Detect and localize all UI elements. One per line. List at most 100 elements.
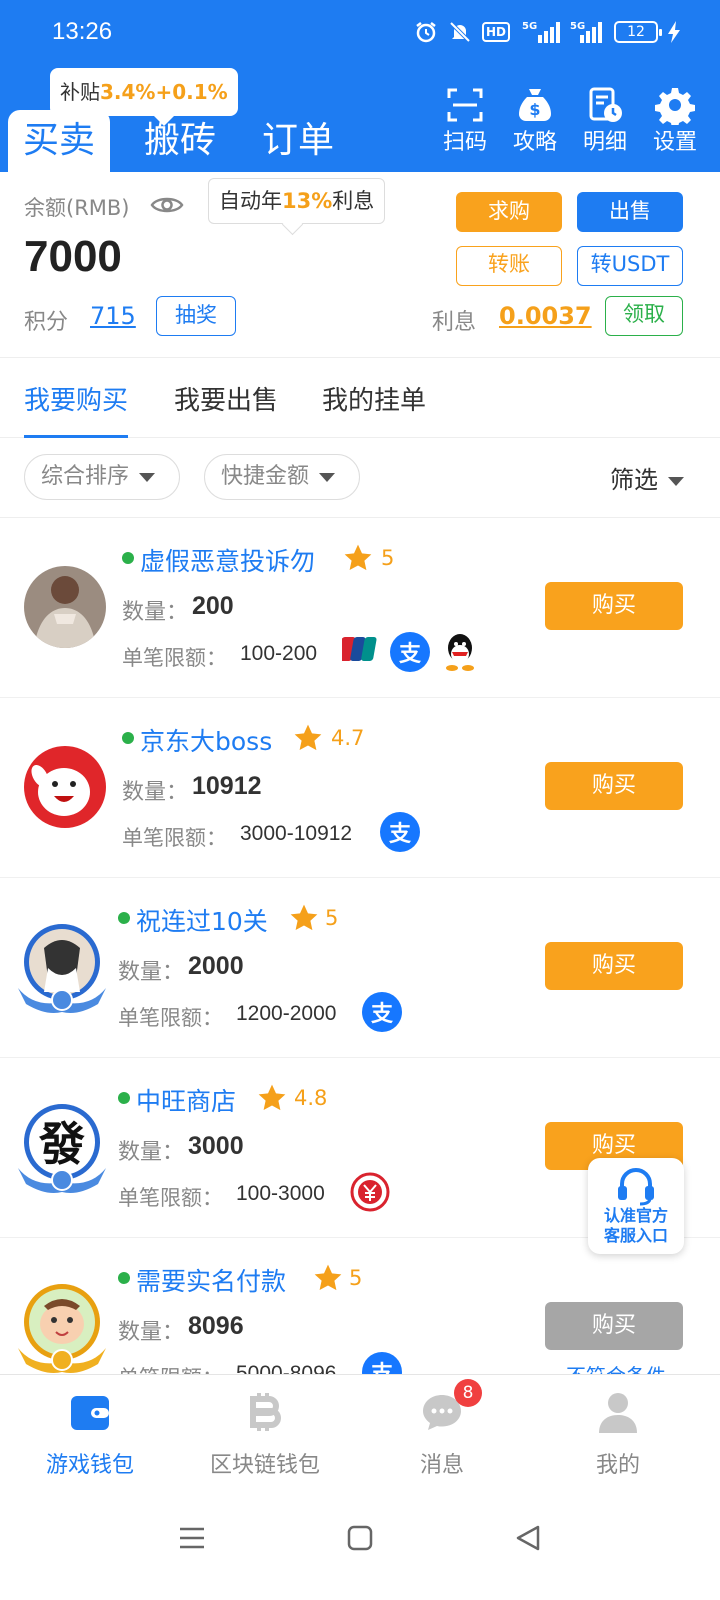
- guide-button[interactable]: $ 攻略: [500, 82, 570, 158]
- svg-text:$: $: [529, 100, 540, 119]
- sell-button[interactable]: 出售: [577, 192, 683, 232]
- list-item: 需要实名付款 5 数量： 8096 单笔限额： 5000-8096 支 购买 不…: [0, 1238, 720, 1374]
- wallet-icon: [0, 1389, 180, 1435]
- settings-button[interactable]: 设置: [640, 82, 710, 158]
- quantity-value: 3000: [188, 1132, 244, 1160]
- quick-amount-dropdown[interactable]: 快捷金额: [204, 454, 360, 500]
- points-link[interactable]: 715: [90, 302, 136, 330]
- quantity-value: 8096: [188, 1312, 244, 1340]
- svg-text:發: 發: [38, 1117, 85, 1171]
- quantity-value: 2000: [188, 952, 244, 980]
- signal-5g-icon: 5G: [520, 19, 560, 45]
- list-item: 虚假恶意投诉勿 5 数量： 200 单笔限额： 100-200 支 购买: [0, 518, 720, 698]
- hd-icon: HD: [481, 22, 510, 42]
- tip-rate: 13%: [282, 189, 333, 213]
- buy-button[interactable]: 购买: [545, 942, 683, 990]
- star-icon: [314, 1264, 342, 1291]
- list-item: 京东大boss 4.7 数量： 10912 单笔限额： 3000-10912 支…: [0, 698, 720, 878]
- limit-label: 单笔限额：: [122, 646, 227, 670]
- limit-label: 单笔限额：: [118, 1006, 223, 1030]
- online-dot: [122, 552, 134, 564]
- customer-service-button[interactable]: 认准官方 客服入口: [588, 1158, 684, 1254]
- back-icon[interactable]: [514, 1524, 542, 1556]
- quantity-label: 数量：: [118, 1320, 185, 1345]
- seller-rating: 4.8: [294, 1086, 328, 1110]
- nav-blockchain-wallet[interactable]: 区块链钱包: [175, 1389, 355, 1479]
- mute-bell-icon: [448, 20, 472, 44]
- nav-label: 消息: [419, 1453, 464, 1478]
- star-icon: [294, 724, 322, 751]
- limit-value: 3000-10912: [240, 822, 353, 845]
- avatar: [14, 918, 110, 1014]
- unionpay-icon: [342, 636, 378, 662]
- tip-suffix: 利息: [332, 189, 375, 213]
- svg-text:5G: 5G: [522, 21, 537, 32]
- limit-value: 100-3000: [236, 1182, 325, 1205]
- cs-label-line2: 客服入口: [603, 1226, 668, 1245]
- buy-button[interactable]: 购买: [545, 582, 683, 630]
- message-count-badge: 8: [454, 1379, 482, 1407]
- home-icon[interactable]: [346, 1524, 374, 1556]
- seller-name[interactable]: 京东大boss: [140, 722, 272, 758]
- charging-icon: [668, 21, 680, 43]
- tab-orders[interactable]: 订单: [248, 110, 348, 172]
- lottery-button[interactable]: 抽奖: [156, 296, 236, 336]
- nav-label: 我的: [595, 1453, 640, 1478]
- detail-clock-icon: [570, 82, 640, 128]
- menu-icon[interactable]: [178, 1524, 206, 1556]
- user-icon: [528, 1389, 708, 1435]
- seller-name[interactable]: 中旺商店: [136, 1082, 236, 1118]
- caret-down-icon: [139, 472, 156, 482]
- details-label: 明细: [582, 130, 627, 155]
- balance-card: 余额(RMB) 自动年13%利息 7000 积分 715 抽奖 求购 出售 转账…: [0, 172, 720, 358]
- interest-value[interactable]: 0.0037: [499, 302, 592, 330]
- digital-rmb-icon: [350, 1172, 390, 1212]
- avatar: 發: [14, 1098, 110, 1194]
- alipay-icon: 支: [390, 632, 430, 672]
- star-icon: [344, 544, 372, 571]
- star-icon: [258, 1084, 286, 1111]
- condition-unmet-note: 不符合条件: [566, 1360, 666, 1374]
- tab-buy-sell[interactable]: 买卖: [8, 110, 110, 172]
- seller-name[interactable]: 需要实名付款: [136, 1262, 286, 1298]
- quantity-value: 10912: [192, 772, 262, 800]
- sort-label: 综合排序: [41, 464, 130, 489]
- nav-game-wallet[interactable]: 游戏钱包: [0, 1389, 180, 1479]
- battery-icon: 12: [614, 21, 662, 43]
- seller-name[interactable]: 祝连过10关: [136, 902, 268, 938]
- buy-button[interactable]: 购买: [545, 762, 683, 810]
- nav-profile[interactable]: 我的: [528, 1389, 708, 1479]
- tab-my-listings[interactable]: 我的挂单: [322, 380, 426, 438]
- buy-button-disabled[interactable]: 购买: [545, 1302, 683, 1350]
- money-bag-icon: $: [500, 82, 570, 128]
- online-dot: [118, 1272, 130, 1284]
- eye-icon[interactable]: [150, 194, 184, 220]
- online-dot: [118, 912, 130, 924]
- tab-arbitrage[interactable]: 搬砖: [130, 110, 230, 172]
- alipay-icon: 支: [362, 992, 402, 1032]
- transfer-usdt-button[interactable]: 转USDT: [577, 246, 683, 286]
- ask-buy-button[interactable]: 求购: [456, 192, 562, 232]
- details-button[interactable]: 明细: [570, 82, 640, 158]
- seller-name[interactable]: 虚假恶意投诉勿: [140, 542, 315, 578]
- interest-tooltip: 自动年13%利息: [208, 178, 386, 224]
- limit-value: 1200-2000: [236, 1002, 337, 1025]
- filter-dropdown[interactable]: 筛选: [610, 460, 684, 495]
- scan-button[interactable]: 扫码: [430, 82, 500, 158]
- caret-down-icon: [668, 476, 684, 486]
- points-label: 积分: [24, 310, 69, 335]
- nav-messages[interactable]: 8 消息: [352, 1379, 532, 1479]
- tab-sell[interactable]: 我要出售: [174, 380, 278, 438]
- online-dot: [118, 1092, 130, 1104]
- claim-button[interactable]: 领取: [605, 296, 683, 336]
- seller-rating: 4.7: [331, 726, 365, 750]
- quantity-label: 数量：: [118, 1140, 185, 1165]
- online-dot: [122, 732, 134, 744]
- star-icon: [290, 904, 318, 931]
- transfer-button[interactable]: 转账: [456, 246, 562, 286]
- tab-buy[interactable]: 我要购买: [24, 380, 129, 438]
- quantity-label: 数量：: [118, 960, 185, 985]
- filter-label: 筛选: [610, 466, 658, 494]
- filter-bar: 综合排序 快捷金额 筛选: [0, 438, 720, 518]
- sort-dropdown[interactable]: 综合排序: [24, 454, 180, 500]
